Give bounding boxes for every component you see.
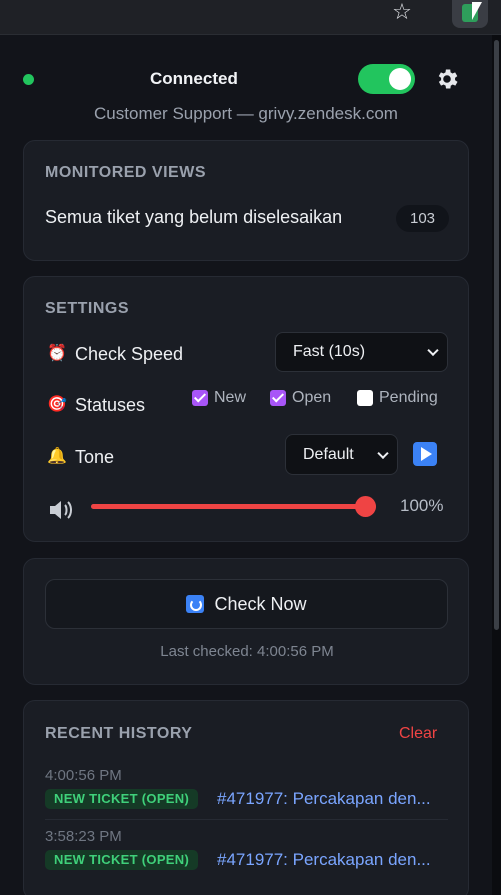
view-name[interactable]: Semua tiket yang belum diselesaikan [45, 207, 342, 228]
clear-history-button[interactable]: Clear [399, 725, 437, 743]
history-time: 3:58:23 PM [45, 828, 122, 845]
status-new-label: New [214, 389, 247, 406]
tone-select[interactable]: Default [285, 434, 398, 475]
tone-value: Default [303, 445, 354, 463]
check-speed-label: Check Speed [75, 344, 184, 364]
volume-slider-thumb[interactable] [355, 496, 376, 517]
status-open-checkbox[interactable]: Open [270, 389, 331, 407]
bell-icon: 🔔 [47, 448, 67, 465]
account-subtitle: Customer Support — grivy.zendesk.com [94, 104, 398, 123]
settings-card: SETTINGS ⏰ Check Speed Fast (10s) 🎯 Stat… [23, 276, 469, 542]
status-pending-label: Pending [379, 389, 438, 406]
view-count-badge: 103 [396, 205, 449, 232]
volume-slider-fill [91, 504, 376, 509]
monitored-views-title: MONITORED VIEWS [45, 164, 206, 181]
scrollbar[interactable] [494, 40, 499, 630]
monitored-views-card: MONITORED VIEWS Semua tiket yang belum d… [23, 140, 469, 261]
last-checked-text: Last checked: 4:00:56 PM [160, 643, 334, 660]
chevron-down-icon [377, 447, 389, 459]
mouse-cursor-icon [472, 2, 482, 20]
status-new-checkbox[interactable]: New [192, 389, 246, 407]
volume-percent: 100% [400, 496, 444, 515]
check-now-button[interactable]: Check Now [45, 579, 448, 629]
statuses-label: Statuses [75, 395, 146, 415]
history-ticket-link[interactable]: #471977: Percakapan den... [217, 850, 431, 870]
check-now-label: Check Now [214, 593, 307, 614]
recent-history-card: RECENT HISTORY Clear 4:00:56 PM NEW TICK… [23, 700, 469, 895]
check-card: Check Now Last checked: 4:00:56 PM [23, 558, 469, 685]
play-tone-button[interactable] [413, 442, 437, 466]
history-status-tag: NEW TICKET (OPEN) [45, 789, 199, 809]
history-divider [45, 819, 448, 820]
status-open-label: Open [292, 389, 332, 406]
monitoring-toggle[interactable] [358, 64, 415, 94]
volume-slider[interactable] [91, 496, 376, 517]
check-speed-value: Fast (10s) [293, 343, 366, 360]
alarm-clock-icon: ⏰ [47, 345, 67, 362]
tone-label: Tone [75, 447, 115, 467]
history-ticket-link[interactable]: #471977: Percakapan den... [217, 789, 431, 809]
checkbox-unchecked [357, 390, 373, 406]
checkbox-checked [270, 390, 286, 406]
checkbox-checked [192, 390, 208, 406]
recent-history-title: RECENT HISTORY [45, 725, 193, 742]
chevron-down-icon [427, 344, 439, 357]
status-pending-checkbox[interactable]: Pending [357, 389, 438, 407]
check-speed-select[interactable]: Fast (10s) [275, 332, 448, 372]
star-icon[interactable]: ☆ [388, 0, 416, 26]
status-checkboxes: New Open Pending [192, 389, 452, 411]
connection-status-dot [23, 74, 34, 85]
connection-status-label: Connected [150, 69, 238, 88]
refresh-icon [186, 595, 205, 613]
gear-icon[interactable] [434, 66, 460, 92]
extension-button[interactable] [452, 0, 488, 28]
toggle-knob [389, 68, 411, 90]
target-icon: 🎯 [47, 396, 67, 413]
speaker-icon [50, 501, 72, 519]
settings-title: SETTINGS [45, 300, 130, 317]
history-status-tag: NEW TICKET (OPEN) [45, 850, 199, 870]
browser-toolbar: ☆ [0, 0, 501, 35]
history-time: 4:00:56 PM [45, 767, 122, 784]
